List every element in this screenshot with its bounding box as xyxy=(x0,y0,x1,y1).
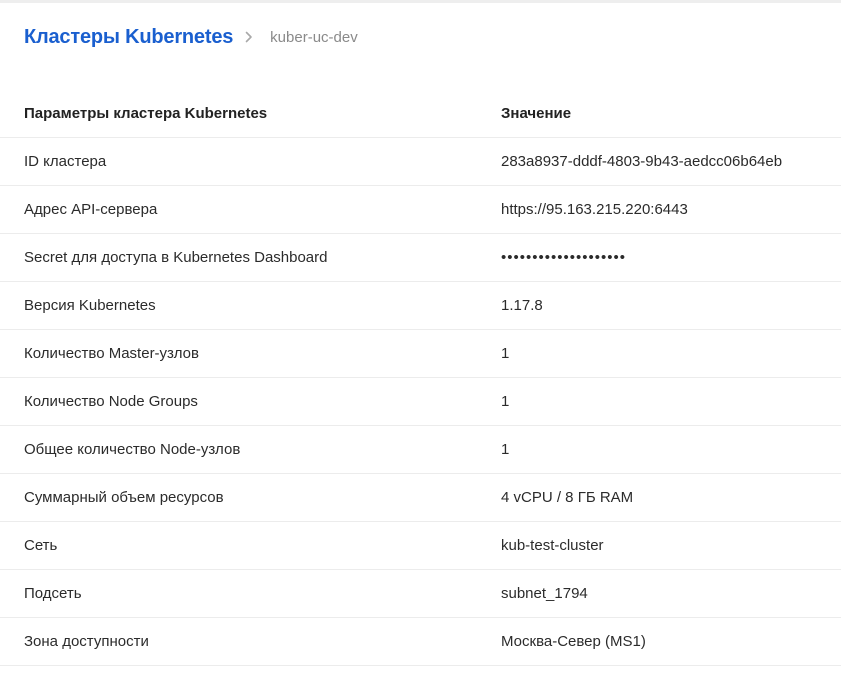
breadcrumb-clusters-link[interactable]: Кластеры Kubernetes xyxy=(24,26,233,49)
param-value: 283a8937-dddf-4803-9b43-aedcc06b64eb xyxy=(501,137,841,186)
table-row-master-count: Количество Master-узлов 1 xyxy=(0,329,841,378)
param-name: Адрес API-сервера xyxy=(0,185,501,234)
table-row-subnet: Подсеть subnet_1794 xyxy=(0,569,841,618)
breadcrumb: Кластеры Kubernetes kuber-uc-dev xyxy=(24,24,358,50)
param-value: kub-test-cluster xyxy=(501,521,841,570)
param-value: https://95.163.215.220:6443 xyxy=(501,185,841,234)
table-row-cluster-id: ID кластера 283a8937-dddf-4803-9b43-aedc… xyxy=(0,137,841,186)
table-row-api-address: Адрес API-сервера https://95.163.215.220… xyxy=(0,185,841,234)
param-name: Сеть xyxy=(0,521,501,570)
param-value: 4 vCPU / 8 ГБ RAM xyxy=(501,473,841,522)
param-name: Зона доступности xyxy=(0,617,501,666)
table-row-resources: Суммарный объем ресурсов 4 vCPU / 8 ГБ R… xyxy=(0,473,841,522)
table-header-row: Параметры кластера Kubernetes Значение xyxy=(0,90,841,138)
param-value: subnet_1794 xyxy=(501,569,841,618)
table-row-availability-zone: Зона доступности Москва-Север (MS1) xyxy=(0,617,841,666)
param-name: Версия Kubernetes xyxy=(0,281,501,330)
table-row-node-groups: Количество Node Groups 1 xyxy=(0,377,841,426)
param-name: Суммарный объем ресурсов xyxy=(0,473,501,522)
cluster-params-table: Параметры кластера Kubernetes Значение I… xyxy=(0,90,841,666)
param-name: Secret для доступа в Kubernetes Dashboar… xyxy=(0,233,501,282)
top-divider xyxy=(0,0,841,3)
table-row-dashboard-secret: Secret для доступа в Kubernetes Dashboar… xyxy=(0,233,841,282)
header-params: Параметры кластера Kubernetes xyxy=(0,90,501,138)
param-value: 1 xyxy=(501,425,841,474)
table-row-network: Сеть kub-test-cluster xyxy=(0,521,841,570)
param-value: Москва-Север (MS1) xyxy=(501,617,841,666)
param-name: Количество Node Groups xyxy=(0,377,501,426)
param-name: Количество Master-узлов xyxy=(0,329,501,378)
param-name: Общее количество Node-узлов xyxy=(0,425,501,474)
secret-value[interactable]: •••••••••••••••••••• xyxy=(501,233,841,282)
table-row-node-count: Общее количество Node-узлов 1 xyxy=(0,425,841,474)
chevron-right-icon xyxy=(245,31,253,43)
param-name: ID кластера xyxy=(0,137,501,186)
param-value: 1 xyxy=(501,329,841,378)
param-value: 1.17.8 xyxy=(501,281,841,330)
table-row-k8s-version: Версия Kubernetes 1.17.8 xyxy=(0,281,841,330)
header-value: Значение xyxy=(501,90,841,138)
param-name: Подсеть xyxy=(0,569,501,618)
param-value: 1 xyxy=(501,377,841,426)
breadcrumb-current: kuber-uc-dev xyxy=(270,28,358,46)
